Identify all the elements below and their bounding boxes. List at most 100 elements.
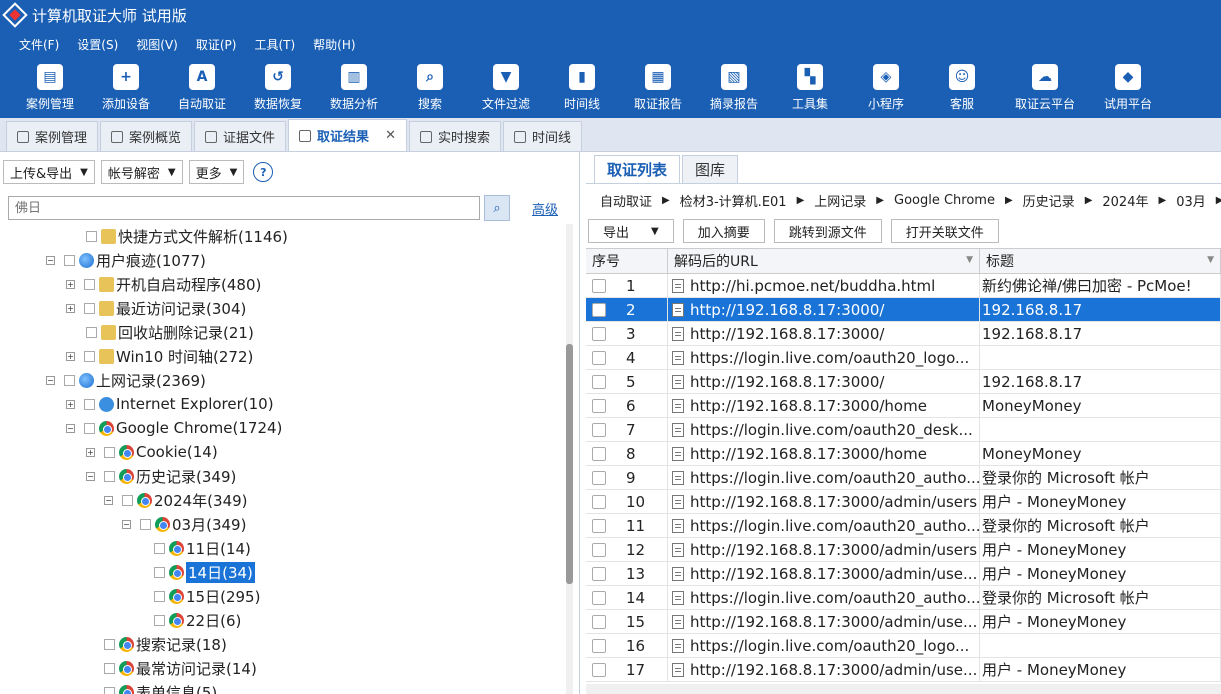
close-icon[interactable]: ✕ bbox=[385, 128, 396, 143]
breadcrumb-item[interactable]: 历史记录 bbox=[1023, 191, 1075, 210]
checkbox[interactable] bbox=[104, 662, 115, 674]
tree-node[interactable]: + 开机自启动程序(480) bbox=[66, 272, 261, 296]
breadcrumb-item[interactable]: 自动取证 bbox=[600, 191, 652, 210]
tree-node[interactable]: 11日(14) bbox=[154, 536, 251, 560]
checkbox[interactable] bbox=[64, 374, 75, 386]
checkbox[interactable] bbox=[154, 566, 165, 578]
row-checkbox[interactable] bbox=[592, 326, 606, 341]
scrollbar-thumb[interactable] bbox=[566, 344, 573, 584]
table-row[interactable]: 8 http://192.168.8.17:3000/home MoneyMoney bbox=[586, 442, 1221, 466]
checkbox[interactable] bbox=[154, 614, 165, 626]
checkbox[interactable] bbox=[154, 590, 165, 602]
expand-icon[interactable]: + bbox=[66, 303, 75, 313]
tree-node[interactable]: − 历史记录(349) bbox=[86, 464, 236, 488]
toolbar-file-filter[interactable]: ▼ 文件过滤 bbox=[468, 58, 544, 118]
checkbox[interactable] bbox=[84, 398, 95, 410]
tree-node[interactable]: 表单信息(5) bbox=[104, 680, 217, 694]
checkbox[interactable] bbox=[84, 278, 95, 290]
tree-node[interactable]: + Cookie(14) bbox=[86, 440, 218, 464]
row-checkbox[interactable] bbox=[592, 614, 606, 629]
toolbar-excerpt-report[interactable]: ▧ 摘录报告 bbox=[696, 58, 772, 118]
horizontal-scrollbar[interactable] bbox=[586, 684, 1221, 694]
menu-view[interactable]: 视图(V) bbox=[127, 36, 187, 53]
tab-gallery[interactable]: 图库 bbox=[682, 155, 739, 183]
table-row[interactable]: 2 http://192.168.8.17:3000/192.168.8.17 bbox=[586, 298, 1221, 322]
tree-node[interactable]: 快捷方式文件解析(1146) bbox=[86, 224, 288, 248]
tab-forensic-results[interactable]: 取证结果 ✕ bbox=[288, 119, 407, 151]
checkbox[interactable] bbox=[104, 638, 115, 650]
breadcrumb-item[interactable]: 2024年 bbox=[1102, 191, 1148, 210]
tree-node[interactable]: − Google Chrome(1724) bbox=[66, 416, 282, 440]
column-header-url[interactable]: 解码后的URL ▼ bbox=[668, 249, 980, 273]
menu-tools[interactable]: 工具(T) bbox=[245, 36, 304, 53]
expand-icon[interactable]: + bbox=[66, 279, 75, 289]
row-checkbox[interactable] bbox=[592, 446, 606, 461]
row-checkbox[interactable] bbox=[592, 398, 606, 413]
toolbar-data-analysis[interactable]: ▥ 数据分析 bbox=[316, 58, 392, 118]
table-row[interactable]: 12 http://192.168.8.17:3000/admin/users 用户… bbox=[586, 538, 1221, 562]
checkbox[interactable] bbox=[64, 254, 75, 266]
tree-node[interactable]: − 用户痕迹(1077) bbox=[46, 248, 206, 272]
table-row[interactable]: 17 http://192.168.8.17:3000/admin/use... 用… bbox=[586, 658, 1221, 682]
toolbar-data-recovery[interactable]: ↺ 数据恢复 bbox=[240, 58, 316, 118]
row-checkbox[interactable] bbox=[592, 566, 606, 581]
table-row[interactable]: 6 http://192.168.8.17:3000/home MoneyMoney bbox=[586, 394, 1221, 418]
tab-forensic-list[interactable]: 取证列表 bbox=[594, 155, 681, 183]
checkbox[interactable] bbox=[86, 230, 97, 242]
row-checkbox[interactable] bbox=[592, 638, 606, 653]
menu-settings[interactable]: 设置(S) bbox=[68, 36, 127, 53]
table-row[interactable]: 14 https://login.live.com/oauth20_autho..… bbox=[586, 586, 1221, 610]
row-checkbox[interactable] bbox=[592, 422, 606, 437]
table-row[interactable]: 16 https://login.live.com/oauth20_logo... bbox=[586, 634, 1221, 658]
checkbox[interactable] bbox=[84, 350, 95, 362]
tree-scrollbar[interactable] bbox=[566, 224, 573, 694]
tab-realtime-search[interactable]: 实时搜索 bbox=[408, 121, 501, 151]
tree-node[interactable]: − 上网记录(2369) bbox=[46, 368, 206, 392]
table-row[interactable]: 4 https://login.live.com/oauth20_logo... bbox=[586, 346, 1221, 370]
row-checkbox[interactable] bbox=[592, 590, 606, 605]
open-related-file-button[interactable]: 打开关联文件 bbox=[890, 219, 999, 243]
tree-node[interactable]: 回收站删除记录(21) bbox=[86, 320, 254, 344]
account-decrypt-dropdown[interactable]: 帐号解密 ▼ bbox=[100, 160, 183, 184]
collapse-icon[interactable]: − bbox=[104, 495, 113, 505]
row-checkbox[interactable] bbox=[592, 494, 606, 509]
toolbar-case-management[interactable]: ▤ 案例管理 bbox=[12, 58, 88, 118]
expand-icon[interactable]: + bbox=[86, 447, 95, 457]
tree-node[interactable]: + Win10 时间轴(272) bbox=[66, 344, 253, 368]
toolbar-trial-platform[interactable]: ◆ 试用平台 bbox=[1090, 58, 1166, 118]
table-row[interactable]: 5 http://192.168.8.17:3000/192.168.8.17 bbox=[586, 370, 1221, 394]
help-icon[interactable]: ? bbox=[253, 162, 274, 182]
row-checkbox[interactable] bbox=[592, 278, 606, 293]
toolbar-add-device[interactable]: + 添加设备 bbox=[88, 58, 164, 118]
row-checkbox[interactable] bbox=[592, 302, 606, 317]
table-row[interactable]: 10 http://192.168.8.17:3000/admin/users 用户… bbox=[586, 490, 1221, 514]
checkbox[interactable] bbox=[154, 542, 165, 554]
checkbox[interactable] bbox=[84, 422, 95, 434]
collapse-icon[interactable]: − bbox=[46, 255, 55, 265]
table-row[interactable]: 15 http://192.168.8.17:3000/admin/use... 用… bbox=[586, 610, 1221, 634]
collapse-icon[interactable]: − bbox=[46, 375, 55, 385]
checkbox[interactable] bbox=[104, 686, 115, 694]
row-checkbox[interactable] bbox=[592, 518, 606, 533]
table-row[interactable]: 1 http://hi.pcmoe.net/buddha.html 新约佛论禅/佛曰… bbox=[586, 274, 1221, 298]
row-checkbox[interactable] bbox=[592, 662, 606, 677]
tab-case-management[interactable]: 案例管理 bbox=[6, 121, 99, 151]
breadcrumb-item[interactable]: 上网记录 bbox=[814, 191, 866, 210]
export-dropdown[interactable]: 导出 ▼ bbox=[588, 219, 674, 243]
search-button[interactable]: ⌕ bbox=[484, 195, 510, 221]
toolbar-timeline[interactable]: ▮ 时间线 bbox=[544, 58, 620, 118]
expand-icon[interactable]: + bbox=[66, 399, 75, 409]
checkbox[interactable] bbox=[104, 446, 115, 458]
column-header-index[interactable]: 序号 bbox=[586, 249, 668, 273]
add-excerpt-button[interactable]: 加入摘要 bbox=[682, 219, 765, 243]
breadcrumb-item[interactable]: Google Chrome bbox=[894, 193, 995, 208]
tree-node[interactable]: + Internet Explorer(10) bbox=[66, 392, 274, 416]
tab-timeline[interactable]: 时间线 bbox=[502, 121, 582, 151]
toolbar-support[interactable]: ☺ 客服 bbox=[924, 58, 1000, 118]
tree-node[interactable]: 15日(295) bbox=[154, 584, 260, 608]
tree-search-input[interactable] bbox=[8, 196, 480, 220]
table-row[interactable]: 11 https://login.live.com/oauth20_autho..… bbox=[586, 514, 1221, 538]
toolbar-cloud-platform[interactable]: ☁ 取证云平台 bbox=[1000, 58, 1090, 118]
row-checkbox[interactable] bbox=[592, 470, 606, 485]
toolbar-auto-forensics[interactable]: A 自动取证 bbox=[164, 58, 240, 118]
